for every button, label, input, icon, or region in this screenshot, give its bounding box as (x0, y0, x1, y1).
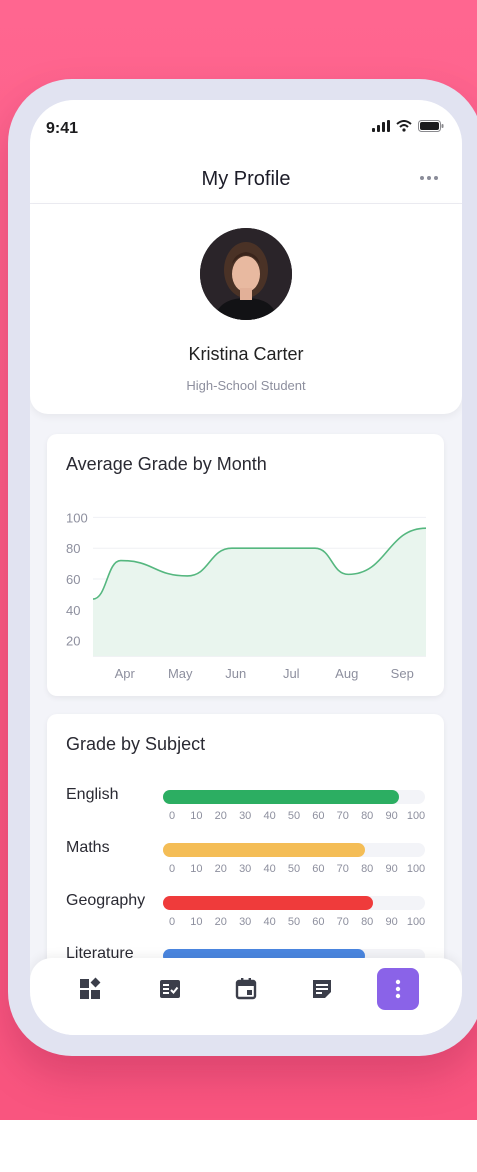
profile-card: Kristina Carter High-School Student (30, 204, 462, 414)
page-title: My Profile (201, 168, 291, 190)
y-tick-label: 20 (66, 634, 80, 649)
phone-screen: 9:41 My Profile Kristina Carter High-Sch… (30, 100, 462, 1035)
status-icons (372, 120, 444, 132)
nav-more-button[interactable] (377, 968, 419, 1010)
subject-label: Maths (66, 839, 110, 856)
y-tick-label: 100 (66, 510, 88, 525)
scale-tick-label: 100 (406, 916, 426, 928)
scale-tick-label: 20 (214, 863, 227, 875)
subject-bar-fill (163, 790, 399, 804)
average-grade-card: Average Grade by Month 100 80 60 40 20 Apr May… (47, 434, 444, 696)
scale-tick-label: 10 (190, 916, 203, 928)
battery-icon (418, 120, 444, 132)
scale-tick-label: 70 (336, 810, 349, 822)
calendar-icon (235, 978, 257, 1000)
x-tick-label: Aug (335, 666, 358, 681)
scale-tick-label: 100 (406, 863, 426, 875)
nav-tasks-button[interactable] (149, 968, 191, 1010)
scale-tick-label: 10 (190, 810, 203, 822)
checklist-icon (160, 980, 180, 998)
scale-tick-label: 20 (214, 916, 227, 928)
x-tick-label: Sep (391, 666, 414, 681)
scale-tick-label: 70 (336, 863, 349, 875)
x-tick-label: Jun (225, 666, 246, 681)
more-horizontal-icon-dot (427, 176, 431, 180)
y-tick-label: 60 (66, 572, 80, 587)
profile-name: Kristina Carter (188, 344, 304, 364)
scale-tick-label: 50 (287, 863, 301, 875)
scale-tick-label: 30 (239, 916, 252, 928)
status-time: 9:41 (46, 120, 79, 137)
subject-bar-fill (163, 843, 365, 857)
scale-tick-label: 70 (336, 916, 349, 928)
wifi-icon (396, 120, 412, 132)
scale-tick-label: 0 (168, 916, 176, 928)
scale-tick-label: 90 (385, 810, 398, 822)
more-horizontal-icon (420, 176, 424, 180)
scale-tick-label: 60 (312, 863, 325, 875)
scale-tick-label: 40 (263, 916, 276, 928)
subject-row: Maths 0 10 20 30 40 50 60 70 80 90 100 (47, 839, 444, 891)
scale-tick-label: 0 (168, 810, 176, 822)
scale-tick-label: 30 (239, 863, 252, 875)
scale-tick-label: 80 (361, 810, 374, 822)
scale-tick-label: 50 (287, 916, 301, 928)
scale-tick-label: 100 (406, 810, 426, 822)
avatar[interactable] (200, 228, 292, 320)
nav-notes-button[interactable] (301, 968, 343, 1010)
scale-tick-label: 30 (239, 810, 252, 822)
scale-tick-label: 80 (361, 916, 374, 928)
app-header: My Profile (30, 158, 462, 204)
notes-icon (313, 980, 331, 998)
x-tick-label: May (168, 666, 193, 681)
avatar-image (200, 228, 292, 320)
signal-icon (372, 120, 390, 132)
scale-tick-label: 60 (312, 810, 325, 822)
y-tick-label: 40 (66, 603, 80, 618)
dashboard-icon (80, 977, 101, 999)
subject-label: Geography (66, 892, 146, 909)
subject-row: Geography 0 10 20 30 40 50 60 70 80 90 100 (47, 892, 444, 944)
scale-tick-label: 20 (214, 810, 227, 822)
scale-tick-label: 10 (190, 863, 203, 875)
bottom-navigation (30, 958, 462, 1035)
subject-bar-track (163, 790, 425, 804)
subject-bar-track (163, 843, 425, 857)
profile-role: High-School Student (186, 378, 306, 393)
x-tick-label: Jul (283, 666, 300, 681)
more-options-button[interactable] (414, 166, 444, 190)
scale-tick-label: 80 (361, 863, 374, 875)
scale-tick-label: 50 (287, 810, 301, 822)
more-horizontal-icon-dot (434, 176, 438, 180)
scale-tick-label: 90 (385, 863, 398, 875)
y-tick-label: 80 (66, 541, 80, 556)
nav-calendar-button[interactable] (225, 968, 267, 1010)
chart-area-fill (93, 528, 426, 656)
status-bar: 9:41 (30, 100, 462, 158)
subject-label: English (66, 786, 119, 803)
subject-bar-fill (163, 896, 373, 910)
x-tick-label: Apr (115, 666, 136, 681)
subject-card-title: Grade by Subject (66, 734, 206, 754)
average-grade-chart: 100 80 60 40 20 Apr May Jun Jul Aug Sep (66, 510, 427, 681)
subject-row: English 0 10 20 30 40 50 60 70 80 90 100 (47, 786, 444, 838)
subject-bar-track (163, 896, 425, 910)
more-vertical-icon (395, 979, 401, 999)
scale-tick-label: 60 (312, 916, 325, 928)
nav-dashboard-button[interactable] (69, 968, 111, 1010)
scale-tick-label: 90 (385, 916, 398, 928)
scale-tick-label: 0 (168, 863, 176, 875)
scale-tick-label: 40 (263, 863, 276, 875)
scale-tick-label: 40 (263, 810, 276, 822)
